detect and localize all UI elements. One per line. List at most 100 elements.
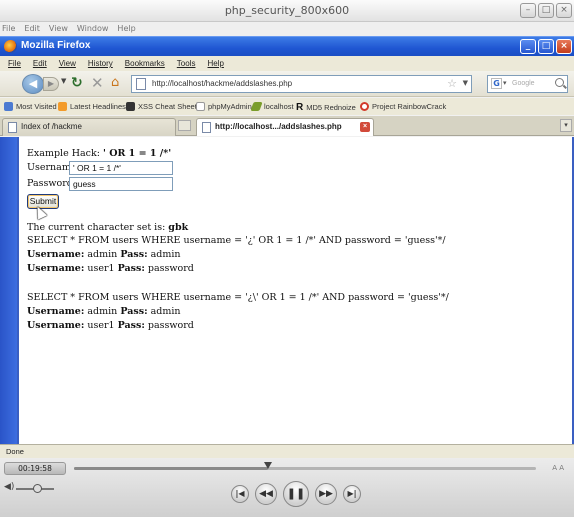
bookmark-latest-headlines[interactable]: Latest Headlines — [58, 102, 126, 111]
tab-label: Index of /hackme — [21, 122, 82, 131]
result-pass: admin — [150, 306, 181, 317]
pass-key: Pass: — [117, 263, 145, 274]
bookmark-label: localhost — [264, 102, 294, 111]
bookmark-label: phpMyAdmin — [208, 102, 252, 111]
reload-icon[interactable]: ↻ — [71, 75, 83, 91]
query-1: SELECT * FROM users WHERE username = '¿'… — [27, 235, 446, 246]
home-icon[interactable]: ⌂ — [111, 75, 119, 90]
pause-icon[interactable]: ❚❚ — [283, 481, 309, 507]
history-dropdown-icon[interactable]: ▼ — [61, 77, 66, 85]
xss-icon — [126, 102, 135, 111]
example-hack-line: Example Hack: ' OR 1 = 1 /*' — [27, 148, 171, 159]
bookmark-localhost[interactable]: localhost — [250, 102, 294, 111]
result-pass: password — [147, 320, 194, 331]
previous-chapter-icon[interactable]: |◀ — [231, 485, 249, 503]
playhead-icon[interactable] — [264, 462, 273, 469]
username-input[interactable]: ' OR 1 = 1 /*' — [69, 161, 173, 175]
menu-help[interactable]: Help — [207, 56, 223, 71]
bookmark-label: MD5 Rednoize — [306, 103, 356, 112]
window-left-frame — [0, 137, 17, 444]
result-username: admin — [87, 306, 118, 317]
vm-close-icon[interactable]: × — [556, 3, 572, 18]
page-icon — [196, 102, 205, 111]
tab-close-icon[interactable]: × — [360, 122, 370, 132]
bookmark-label: Project RainbowCrack — [372, 102, 447, 111]
forward-button-icon[interactable]: ▶ — [43, 77, 59, 91]
bookmarks-toolbar: Most Visited Latest Headlines XSS Cheat … — [0, 98, 574, 115]
vm-menu-edit[interactable]: Edit — [24, 22, 40, 36]
rss-icon — [58, 102, 67, 111]
bookmark-star-icon[interactable]: ☆ — [447, 77, 457, 90]
vm-window-controls: – □ × — [520, 3, 572, 18]
search-bar[interactable]: G ▾ Google — [487, 75, 568, 93]
next-chapter-icon[interactable]: ▶| — [343, 485, 361, 503]
menu-file[interactable]: File — [8, 56, 21, 71]
username-key: Username: — [27, 306, 85, 317]
vm-minimize-icon[interactable]: – — [520, 3, 536, 18]
address-dropdown-icon[interactable]: ▼ — [463, 79, 468, 87]
vm-title-bar: php_security_800x600 – □ × — [0, 0, 574, 22]
vm-maximize-icon[interactable]: □ — [538, 3, 554, 18]
bookmark-most-visited[interactable]: Most Visited — [4, 102, 57, 111]
rewind-icon[interactable]: ◀◀ — [255, 483, 277, 505]
tab-addslashes[interactable]: http://localhost.../addslashes.php × — [196, 118, 374, 136]
player-controls: 00:19:58 A A ◀) |◀ ◀◀ ❚❚ ▶▶ ▶| — [0, 458, 574, 517]
most-visited-icon — [4, 102, 13, 111]
result-row: Username: user1 Pass: password — [27, 263, 194, 274]
stop-icon[interactable]: ✕ — [91, 74, 104, 92]
result-pass: password — [147, 263, 194, 274]
vm-menu-window[interactable]: Window — [77, 22, 109, 36]
tab-bar: Index of /hackme http://localhost.../add… — [0, 116, 574, 136]
page-icon — [136, 78, 146, 90]
menu-bookmarks[interactable]: Bookmarks — [125, 56, 165, 71]
address-bar[interactable]: http://localhost/hackme/addslashes.php ☆… — [131, 75, 472, 93]
back-button-icon[interactable]: ◀ — [22, 74, 44, 94]
menu-edit[interactable]: Edit — [33, 56, 47, 71]
bookmark-project-rainbowcrack[interactable]: Project RainbowCrack — [360, 102, 446, 111]
search-input[interactable]: Google — [512, 80, 535, 87]
minimize-icon[interactable]: _ — [520, 39, 536, 54]
page-icon — [8, 122, 17, 133]
bookmark-xss-cheat-sheet[interactable]: XSS Cheat Sheet — [126, 102, 197, 111]
result-username: user1 — [87, 320, 115, 331]
search-engine-icon[interactable]: G — [491, 78, 502, 89]
tab-list-icon[interactable]: ▾ — [560, 119, 572, 132]
volume-icon[interactable]: ◀) — [4, 482, 14, 492]
result-row: Username: admin Pass: admin — [27, 249, 181, 260]
maximize-icon[interactable]: □ — [538, 39, 554, 54]
search-icon[interactable] — [555, 78, 564, 87]
vm-menu-view[interactable]: View — [49, 22, 68, 36]
bookmark-label: Latest Headlines — [70, 102, 126, 111]
vm-menu-bar: File Edit View Window Help — [0, 22, 574, 36]
navigation-toolbar: ◀ ▶ ▼ ↻ ✕ ⌂ http://localhost/hackme/adds… — [0, 71, 574, 97]
result-username: user1 — [87, 263, 115, 274]
query-2: SELECT * FROM users WHERE username = '¿\… — [27, 292, 449, 303]
tab-index-of-hackme[interactable]: Index of /hackme — [2, 118, 176, 136]
charset-label: The current character set is: — [27, 222, 169, 233]
menu-tools[interactable]: Tools — [177, 56, 196, 71]
new-tab-icon[interactable] — [178, 120, 191, 131]
username-key: Username: — [27, 263, 85, 274]
vm-menu-help[interactable]: Help — [117, 22, 135, 36]
menu-view[interactable]: View — [59, 56, 76, 71]
close-icon[interactable]: × — [556, 39, 572, 54]
scrub-progress — [74, 467, 269, 470]
volume-knob[interactable] — [33, 484, 42, 493]
vm-menu-file[interactable]: File — [2, 22, 15, 36]
rainbowcrack-icon — [360, 102, 369, 111]
bookmark-label: XSS Cheat Sheet — [138, 102, 197, 111]
search-engine-dropdown-icon[interactable]: ▾ — [503, 79, 507, 87]
example-hack-value: ' OR 1 = 1 /*' — [102, 148, 172, 159]
bookmark-label: Most Visited — [16, 102, 57, 111]
text-size-label[interactable]: A A — [552, 464, 564, 472]
bookmark-md5-rednoize[interactable]: R MD5 Rednoize — [296, 102, 356, 113]
result-username: admin — [87, 249, 118, 260]
pass-key: Pass: — [120, 306, 148, 317]
address-input[interactable]: http://localhost/hackme/addslashes.php — [152, 79, 292, 88]
example-hack-label: Example Hack: — [27, 148, 103, 159]
password-input[interactable]: guess — [69, 177, 173, 191]
bookmark-phpmyadmin[interactable]: phpMyAdmin — [196, 102, 252, 111]
status-bar: Done — [0, 444, 574, 458]
menu-history[interactable]: History — [88, 56, 113, 71]
fast-forward-icon[interactable]: ▶▶ — [315, 483, 337, 505]
